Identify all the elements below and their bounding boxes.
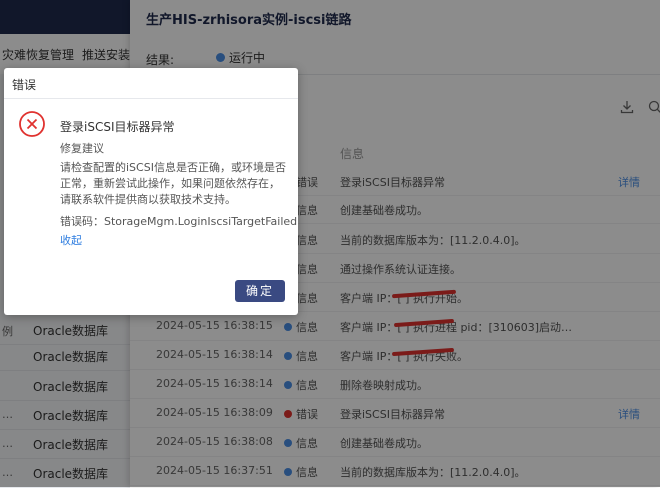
error-code: 错误码：StorageMgm.LoginIscsiTargetFailed — [60, 215, 298, 228]
error-dialog: 错误 登录iSCSI目标器异常 修复建议 请检查配置的iSCSI信息是否正确，或… — [4, 68, 298, 315]
dialog-title: 错误 — [12, 78, 37, 92]
error-heading: 登录iSCSI目标器异常 — [60, 120, 175, 134]
repair-suggestion-text: 请检查配置的iSCSI信息是否正确，或环境是否正常，重新尝试此操作，如果问题依然… — [60, 161, 286, 206]
collapse-link[interactable]: 收起 — [60, 232, 82, 248]
confirm-button[interactable]: 确定 — [235, 280, 285, 302]
error-x-icon — [19, 111, 45, 137]
dialog-header: 错误 — [4, 68, 298, 99]
repair-suggestion-label: 修复建议 — [60, 142, 104, 155]
